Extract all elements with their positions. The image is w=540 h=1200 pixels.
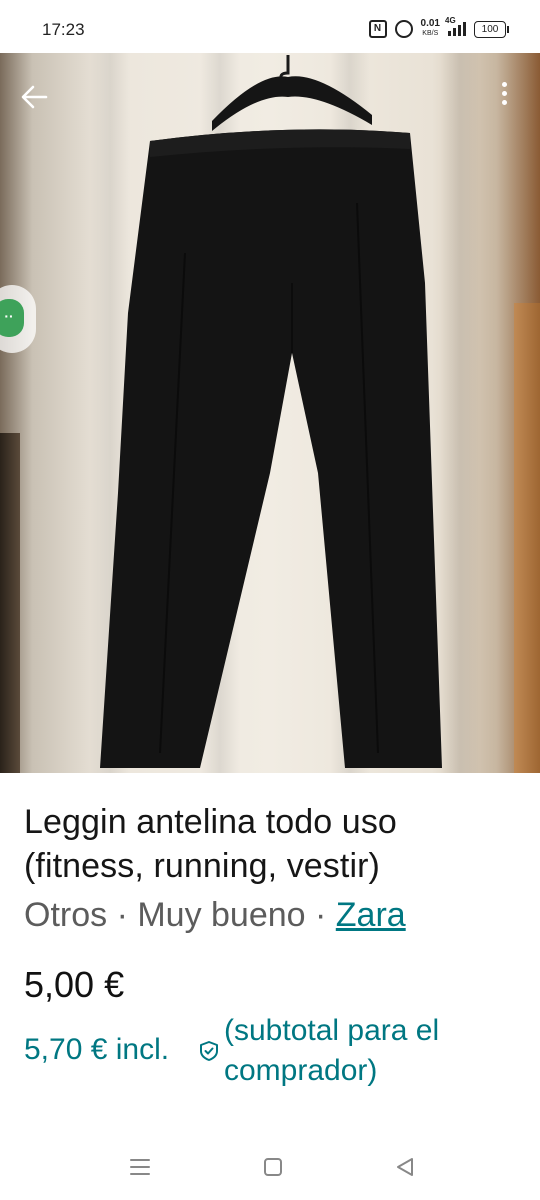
system-nav-bar	[0, 1132, 540, 1200]
brand-link[interactable]: Zara	[336, 896, 406, 934]
nfc-icon: N	[368, 20, 387, 38]
back-arrow-icon	[21, 85, 48, 109]
status-bar: 17:23 N 0.01 KB/S 4G 100	[0, 0, 540, 56]
shield-icon[interactable]	[198, 1040, 220, 1062]
back-button[interactable]	[18, 80, 52, 114]
recent-apps-button[interactable]	[127, 1154, 153, 1180]
battery-icon: 100	[474, 20, 509, 38]
item-condition: Otros · Muy bueno ·	[24, 896, 336, 934]
more-options-button[interactable]	[492, 78, 516, 114]
pants-image	[100, 55, 442, 768]
speed-unit: KB/S	[422, 30, 439, 37]
item-photo[interactable]: ··	[0, 53, 540, 773]
status-icons: N 0.01 KB/S 4G 100	[368, 16, 509, 39]
home-button[interactable]	[260, 1154, 286, 1180]
signal-icon: 4G	[445, 16, 466, 36]
item-details: Otros · Muy bueno · Zara	[24, 893, 406, 937]
buyer-price-note[interactable]: (subtotal para el comprador)	[224, 1011, 514, 1091]
item-price: 5,00 €	[24, 964, 125, 1005]
home-square-icon	[264, 1158, 282, 1176]
chat-icon: ··	[0, 299, 24, 337]
more-vert-icon	[501, 82, 507, 87]
menu-icon	[130, 1159, 150, 1175]
item-title: Leggin antelina todo uso (fitness, runni…	[24, 803, 397, 885]
network-speed: 0.01 KB/S	[421, 19, 440, 39]
network-type: 4G	[445, 16, 456, 25]
buyer-price[interactable]: 5,70 € incl.	[24, 1030, 169, 1070]
speed-value: 0.01	[420, 18, 440, 29]
status-time: 17:23	[42, 20, 85, 39]
alarm-icon	[394, 20, 413, 38]
chat-bubble-button[interactable]: ··	[0, 285, 36, 353]
back-triangle-icon	[397, 1158, 413, 1176]
system-back-button[interactable]	[392, 1154, 418, 1180]
